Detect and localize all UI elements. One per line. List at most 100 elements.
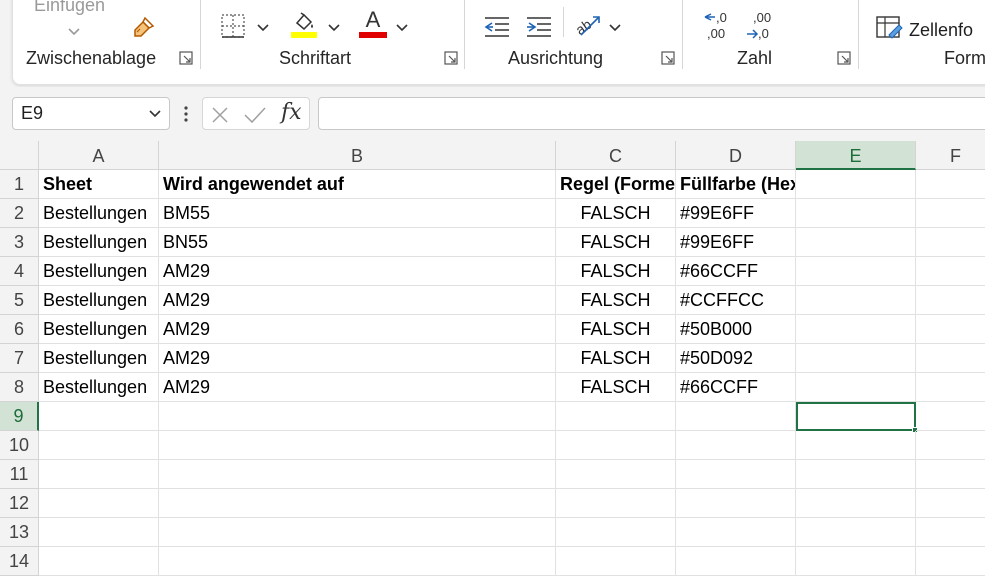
cell-d3[interactable]: #99E6FF	[676, 228, 796, 257]
font-color-icon[interactable]: A	[357, 7, 389, 39]
cell-d2[interactable]: #99E6FF	[676, 199, 796, 228]
cell-e5[interactable]	[796, 286, 916, 315]
name-box[interactable]: E9	[12, 97, 170, 130]
cell-d6[interactable]: #50B000	[676, 315, 796, 344]
cell-e8[interactable]	[796, 373, 916, 402]
row-header-1[interactable]: 1	[0, 170, 39, 199]
cell-b1[interactable]: Wird angewendet auf	[159, 170, 556, 199]
cell-a9[interactable]	[39, 402, 159, 431]
cell-d10[interactable]	[676, 431, 796, 460]
cell-b10[interactable]	[159, 431, 556, 460]
cell-f7[interactable]	[916, 344, 985, 373]
cell-e14[interactable]	[796, 547, 916, 576]
cell-f3[interactable]	[916, 228, 985, 257]
cell-d8[interactable]: #66CCFF	[676, 373, 796, 402]
cell-e12[interactable]	[796, 489, 916, 518]
cell-d13[interactable]	[676, 518, 796, 547]
cell-b2[interactable]: BM55	[159, 199, 556, 228]
decrease-decimal-icon[interactable]: ,00 ,0	[745, 10, 779, 41]
column-header-e[interactable]: E	[796, 141, 916, 170]
orientation-icon[interactable]: ab	[573, 11, 603, 39]
cell-c9[interactable]	[556, 402, 676, 431]
cell-a2[interactable]: Bestellungen	[39, 199, 159, 228]
row-header-3[interactable]: 3	[0, 228, 39, 257]
cell-e7[interactable]	[796, 344, 916, 373]
cell-f8[interactable]	[916, 373, 985, 402]
clipboard-launcher-icon[interactable]	[179, 51, 193, 65]
paste-chevron-down-icon[interactable]	[68, 28, 80, 36]
enter-check-icon[interactable]	[243, 106, 267, 124]
cell-d12[interactable]	[676, 489, 796, 518]
column-header-d[interactable]: D	[676, 141, 796, 170]
cell-c5[interactable]: FALSCH	[556, 286, 676, 315]
cell-f5[interactable]	[916, 286, 985, 315]
cell-a3[interactable]: Bestellungen	[39, 228, 159, 257]
cell-c14[interactable]	[556, 547, 676, 576]
row-header-13[interactable]: 13	[0, 518, 39, 547]
cell-a1[interactable]: Sheet	[39, 170, 159, 199]
cell-b4[interactable]: AM29	[159, 257, 556, 286]
cell-c1[interactable]: Regel (Forme	[556, 170, 676, 199]
cell-e13[interactable]	[796, 518, 916, 547]
cell-a8[interactable]: Bestellungen	[39, 373, 159, 402]
cell-f9[interactable]	[916, 402, 985, 431]
borders-icon[interactable]	[220, 13, 246, 39]
cell-d5[interactable]: #CCFFCC	[676, 286, 796, 315]
more-options-icon[interactable]	[183, 104, 189, 124]
cell-e6[interactable]	[796, 315, 916, 344]
cell-b13[interactable]	[159, 518, 556, 547]
cell-b5[interactable]: AM29	[159, 286, 556, 315]
cell-d9[interactable]	[676, 402, 796, 431]
format-painter-icon[interactable]	[129, 15, 157, 41]
cell-b6[interactable]: AM29	[159, 315, 556, 344]
insert-function-button[interactable]: fx	[281, 100, 302, 125]
paste-button-label[interactable]: Einfügen	[34, 0, 105, 16]
cell-a11[interactable]	[39, 460, 159, 489]
cancel-icon[interactable]	[211, 106, 229, 124]
fill-color-chevron-down-icon[interactable]	[328, 24, 340, 32]
cell-a13[interactable]	[39, 518, 159, 547]
row-header-14[interactable]: 14	[0, 547, 39, 576]
row-header-7[interactable]: 7	[0, 344, 39, 373]
row-header-10[interactable]: 10	[0, 431, 39, 460]
cell-b9[interactable]	[159, 402, 556, 431]
row-header-4[interactable]: 4	[0, 257, 39, 286]
cell-f10[interactable]	[916, 431, 985, 460]
cell-b7[interactable]: AM29	[159, 344, 556, 373]
active-cell-e9[interactable]	[796, 402, 916, 431]
cell-a5[interactable]: Bestellungen	[39, 286, 159, 315]
cell-e2[interactable]	[796, 199, 916, 228]
formula-input[interactable]	[318, 97, 985, 130]
alignment-launcher-icon[interactable]	[661, 51, 675, 65]
cell-b3[interactable]: BN55	[159, 228, 556, 257]
row-header-8[interactable]: 8	[0, 373, 39, 402]
cell-a6[interactable]: Bestellungen	[39, 315, 159, 344]
decrease-indent-icon[interactable]	[483, 15, 511, 39]
cell-f2[interactable]	[916, 199, 985, 228]
select-all-corner[interactable]	[0, 141, 39, 170]
cell-f14[interactable]	[916, 547, 985, 576]
borders-chevron-down-icon[interactable]	[257, 24, 269, 32]
cell-e10[interactable]	[796, 431, 916, 460]
increase-indent-icon[interactable]	[525, 15, 553, 39]
sheet-grid[interactable]: A B C D E F 1 Sheet Wird angewendet auf Regel (Fo…	[0, 141, 985, 586]
cell-f11[interactable]	[916, 460, 985, 489]
row-header-2[interactable]: 2	[0, 199, 39, 228]
cell-c4[interactable]: FALSCH	[556, 257, 676, 286]
cell-e11[interactable]	[796, 460, 916, 489]
increase-decimal-icon[interactable]: ,0 ,00	[703, 10, 735, 41]
cell-c11[interactable]	[556, 460, 676, 489]
format-as-table-icon[interactable]	[875, 15, 903, 41]
cell-f6[interactable]	[916, 315, 985, 344]
cell-c6[interactable]: FALSCH	[556, 315, 676, 344]
cell-f12[interactable]	[916, 489, 985, 518]
name-box-chevron-down-icon[interactable]	[149, 110, 161, 118]
cell-b14[interactable]	[159, 547, 556, 576]
font-color-chevron-down-icon[interactable]	[396, 24, 408, 32]
column-header-c[interactable]: C	[556, 141, 676, 170]
cell-c13[interactable]	[556, 518, 676, 547]
cell-c12[interactable]	[556, 489, 676, 518]
cell-e3[interactable]	[796, 228, 916, 257]
row-header-5[interactable]: 5	[0, 286, 39, 315]
cell-e1[interactable]	[796, 170, 916, 199]
